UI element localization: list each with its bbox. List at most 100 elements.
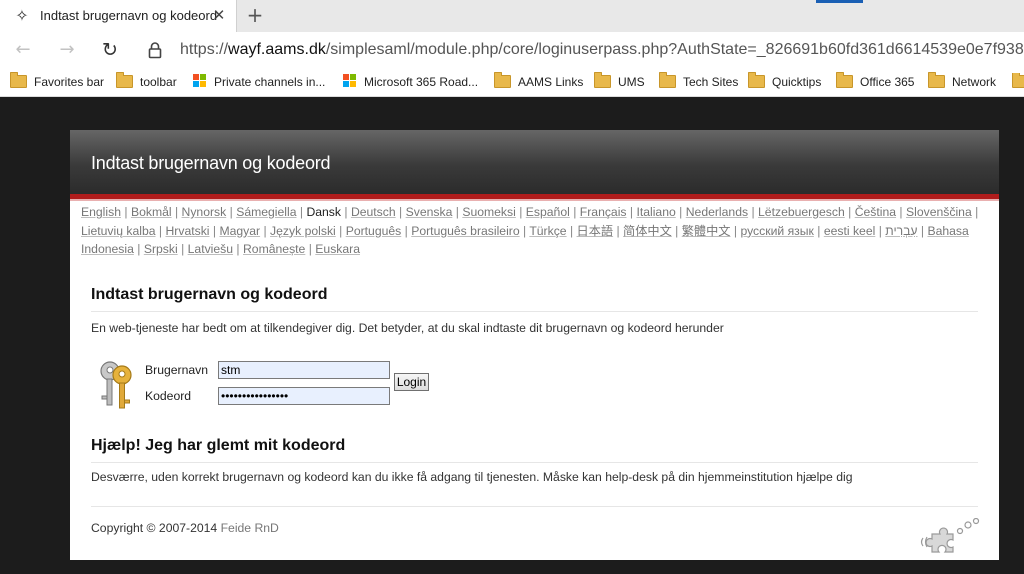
language-separator: |: [335, 223, 346, 238]
language-separator: |: [177, 242, 188, 257]
language-separator: |: [671, 223, 682, 238]
close-tab-icon[interactable]: ✕: [210, 6, 228, 24]
language-link[interactable]: Español: [526, 205, 570, 219]
language-separator: |: [260, 223, 271, 238]
language-bar: English | Bokmål | Nynorsk | Sámegiella …: [81, 203, 991, 259]
language-separator: |: [233, 242, 243, 257]
folder-icon: [1012, 73, 1024, 88]
bookmark-label: AAMS Links: [518, 75, 584, 89]
browser-tab[interactable]: ✧ Indtast brugernavn og kodeord ✕: [0, 0, 237, 32]
language-separator: |: [401, 223, 412, 238]
language-link[interactable]: Hrvatski: [165, 224, 209, 238]
password-label: Kodeord: [145, 389, 192, 403]
bookmark-overflow[interactable]: [1012, 73, 1024, 91]
language-separator: |: [171, 205, 182, 219]
bookmark-label: toolbar: [140, 75, 177, 89]
language-link[interactable]: English: [81, 205, 121, 219]
bookmark-network[interactable]: Network: [928, 72, 997, 91]
keys-icon: [100, 361, 132, 409]
language-link[interactable]: Nederlands: [686, 205, 748, 219]
language-separator: |: [730, 223, 741, 238]
bookmark-private-channels[interactable]: Private channels in...: [193, 73, 325, 91]
language-separator: |: [971, 205, 979, 219]
bookmark-toolbar[interactable]: toolbar: [116, 72, 177, 91]
language-link[interactable]: Lietuvių kalba: [81, 224, 156, 238]
language-link[interactable]: Slovenščina: [906, 205, 972, 219]
header-stripe-light: [70, 199, 999, 201]
new-tab-button[interactable]: +: [244, 5, 266, 27]
language-link[interactable]: Românește: [243, 242, 305, 256]
bookmark-label: Private channels in...: [214, 75, 326, 89]
forward-arrow-icon[interactable]: →: [56, 39, 78, 61]
feide-link[interactable]: Feide RnD: [221, 521, 279, 535]
language-link[interactable]: eesti keel: [824, 224, 876, 238]
login-button[interactable]: Login: [394, 373, 429, 391]
language-link[interactable]: Magyar: [219, 224, 260, 238]
bookmark-office-365[interactable]: Office 365: [836, 72, 914, 91]
username-input[interactable]: [218, 361, 390, 379]
language-link[interactable]: Svenska: [406, 205, 453, 219]
bookmark-label: Favorites bar: [34, 75, 105, 89]
language-link[interactable]: 简体中文: [623, 224, 672, 238]
language-link[interactable]: Język polski: [270, 224, 336, 238]
divider: [91, 506, 978, 507]
language-link[interactable]: Čeština: [855, 205, 896, 219]
language-link[interactable]: Euskara: [315, 242, 360, 256]
back-arrow-icon[interactable]: ←: [12, 39, 34, 61]
language-separator: |: [155, 223, 166, 238]
tab-strip: ✧ Indtast brugernavn og kodeord ✕ +: [0, 0, 1024, 32]
lock-icon[interactable]: [148, 41, 162, 59]
login-heading: Indtast brugernavn og kodeord: [91, 286, 328, 303]
bookmark-label: UMS: [618, 75, 645, 89]
language-link[interactable]: Lëtzebuergesch: [758, 205, 845, 219]
language-separator: |: [675, 205, 686, 219]
language-link[interactable]: русский язык: [740, 224, 813, 238]
language-separator: |: [305, 242, 316, 257]
tab-accent: [816, 0, 863, 3]
bookmark-favorites-bar[interactable]: Favorites bar: [10, 72, 105, 91]
language-link[interactable]: Srpski: [144, 242, 178, 256]
language-link[interactable]: Suomeksi: [462, 205, 516, 219]
tab-title: Indtast brugernavn og kodeord: [40, 8, 218, 23]
language-link[interactable]: 繁體中文: [682, 224, 731, 238]
language-link[interactable]: עִבְרִית: [885, 224, 917, 238]
bookmark-tech-sites[interactable]: Tech Sites: [659, 72, 739, 91]
password-input[interactable]: [218, 387, 390, 405]
bookmark-label: Tech Sites: [683, 75, 739, 89]
language-separator: |: [613, 223, 624, 238]
language-link[interactable]: Latviešu: [188, 242, 233, 256]
bookmark-label: Network: [952, 75, 997, 89]
language-separator: |: [133, 242, 144, 257]
language-separator: |: [566, 223, 577, 238]
language-link[interactable]: Italiano: [636, 205, 675, 219]
language-separator: |: [917, 223, 928, 238]
language-link[interactable]: Nynorsk: [182, 205, 227, 219]
language-link[interactable]: Sámegiella: [236, 205, 296, 219]
language-link[interactable]: Português: [346, 224, 402, 238]
language-separator: |: [519, 223, 530, 238]
url-host: wayf.aams.dk: [228, 41, 326, 58]
language-link[interactable]: Bokmål: [131, 205, 172, 219]
url-path: /simplesaml/module.php/core/loginuserpas…: [325, 41, 1024, 58]
bookmark-quicktips[interactable]: Quicktips: [748, 72, 822, 91]
help-heading: Hjælp! Jeg har glemt mit kodeord: [91, 437, 346, 454]
language-link[interactable]: Português brasileiro: [411, 224, 519, 238]
language-link[interactable]: Deutsch: [351, 205, 396, 219]
language-separator: |: [209, 223, 220, 238]
bookmark-aams-links[interactable]: AAMS Links: [494, 72, 584, 91]
bookmark-ums[interactable]: UMS: [594, 72, 645, 91]
folder-icon: [494, 72, 511, 88]
address-bar[interactable]: https://wayf.aams.dk/simplesaml/module.p…: [180, 41, 1024, 59]
language-link[interactable]: Türkçe: [529, 224, 566, 238]
bookmark-microsoft-365-road[interactable]: Microsoft 365 Road...: [343, 73, 478, 91]
divider: [91, 311, 978, 312]
language-separator: |: [296, 205, 307, 219]
header-title: Indtast brugernavn og kodeord: [91, 153, 331, 173]
language-separator: |: [626, 205, 637, 219]
bookmark-label: Quicktips: [772, 75, 822, 89]
language-separator: |: [896, 205, 906, 219]
microsoft-icon: [193, 74, 207, 88]
language-link[interactable]: 日本語: [577, 224, 614, 238]
reload-icon[interactable]: ↻: [99, 39, 121, 61]
language-link[interactable]: Français: [580, 205, 627, 219]
